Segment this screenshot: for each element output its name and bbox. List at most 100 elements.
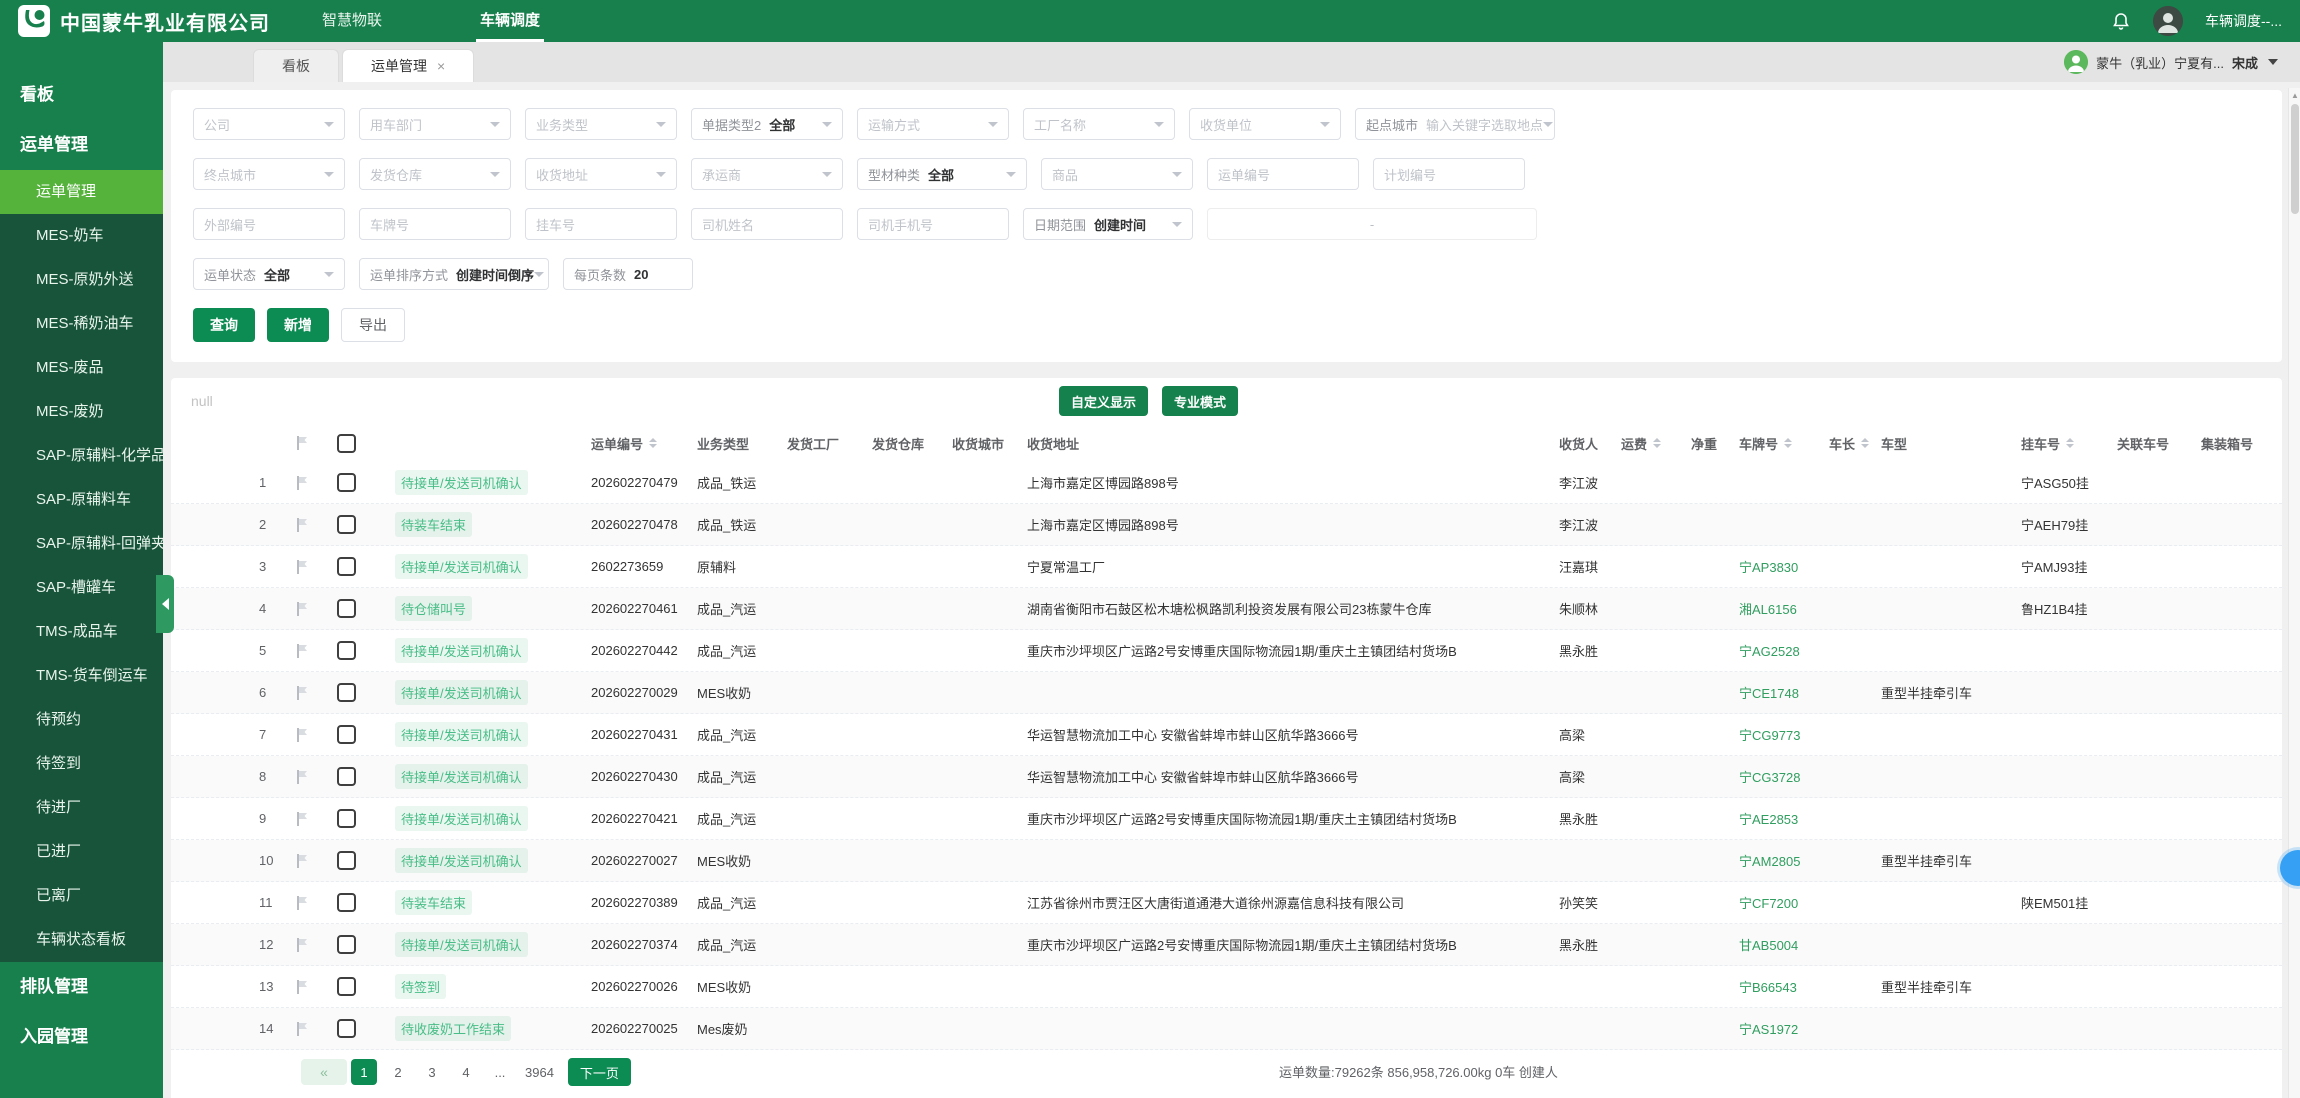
column-header[interactable]: 发货工厂 [787,434,872,453]
close-icon[interactable]: × [437,58,445,74]
column-header[interactable]: 运费 [1621,434,1691,453]
sidebar-item[interactable]: MES-废奶 [0,390,163,434]
row-checkbox[interactable] [337,809,356,828]
row-checkbox[interactable] [337,851,356,870]
flag-icon[interactable] [295,853,337,869]
flag-icon[interactable] [295,895,337,911]
plate-number-link[interactable]: 宁AE2853 [1739,809,1798,828]
plate-number-link[interactable]: 宁AG2528 [1739,641,1800,660]
sort-icon[interactable] [649,438,657,448]
filter-field[interactable]: 运单排序方式 创建时间倒序 [359,258,549,290]
column-header[interactable]: 收货地址 [1027,434,1559,453]
sidebar-item[interactable]: 待进厂 [0,786,163,830]
row-checkbox[interactable] [337,893,356,912]
sidebar-item[interactable]: 车辆状态看板 [0,918,163,962]
plate-number-link[interactable]: 宁B66543 [1739,977,1797,996]
filter-field[interactable]: 发货仓库 [359,158,511,190]
flag-icon[interactable] [295,1021,337,1037]
row-checkbox[interactable] [337,599,356,618]
bell-icon[interactable] [2111,11,2131,31]
flag-icon[interactable] [295,979,337,995]
column-header[interactable]: 净重 [1691,434,1739,453]
query-button[interactable]: 查询 [193,308,255,342]
sidebar-item[interactable]: 已离厂 [0,874,163,918]
plate-number-link[interactable]: 宁AM2805 [1739,851,1800,870]
sort-icon[interactable] [1653,438,1661,448]
column-header[interactable]: 车牌号 [1739,434,1829,453]
row-checkbox[interactable] [337,977,356,996]
sidebar-item[interactable]: SAP-原辅料车 [0,478,163,522]
table-row[interactable]: 2 待装车结束 202602270478 成品_铁运 上海市嘉定区博园路898号… [171,504,2282,546]
table-row[interactable]: 12 待接单/发送司机确认 202602270374 成品_汽运 重庆市沙坪坝区… [171,924,2282,966]
page-number[interactable]: 1 [351,1059,377,1085]
scroll-up-arrow[interactable]: ▲ [2289,88,2300,102]
content-tab[interactable]: 运单管理 × [342,49,474,82]
table-row[interactable]: 14 待收废奶工作结束 202602270025 Mes废奶 宁AS1972 [171,1008,2282,1050]
flag-icon[interactable] [295,937,337,953]
row-checkbox[interactable] [337,641,356,660]
page-number[interactable]: 2 [385,1059,411,1085]
row-checkbox[interactable] [337,767,356,786]
column-header[interactable]: 车长 [1829,434,1881,453]
add-button[interactable]: 新增 [267,308,329,342]
flag-icon[interactable] [295,435,337,451]
filter-field[interactable]: 车牌号 [359,208,511,240]
filter-field[interactable]: 用车部门 [359,108,511,140]
column-header[interactable]: 关联车号 [2117,434,2201,453]
column-header[interactable]: 收货城市 [952,434,1027,453]
sidebar-item[interactable]: MES-原奶外送 [0,258,163,302]
flag-icon[interactable] [295,769,337,785]
sidebar-item[interactable]: MES-稀奶油车 [0,302,163,346]
flag-icon[interactable] [295,643,337,659]
sort-icon[interactable] [1784,438,1792,448]
table-row[interactable]: 11 待装车结束 202602270389 成品_汽运 江苏省徐州市贾汪区大唐街… [171,882,2282,924]
filter-field[interactable]: 工厂名称 [1023,108,1175,140]
table-row[interactable]: 1 待接单/发送司机确认 202602270479 成品_铁运 上海市嘉定区博园… [171,462,2282,504]
sidebar-item[interactable]: SAP-原辅料-回弹夹 [0,522,163,566]
filter-field[interactable]: 收货地址 [525,158,677,190]
filter-field[interactable]: - [1207,208,1537,240]
plate-number-link[interactable]: 宁CE1748 [1739,683,1799,702]
sort-icon[interactable] [2066,438,2074,448]
filter-field[interactable]: 计划编号 [1373,158,1525,190]
table-row[interactable]: 13 待签到 202602270026 MES收奶 宁B66543 重型半挂牵引… [171,966,2282,1008]
column-header[interactable]: 发货仓库 [872,434,952,453]
filter-field[interactable]: 承运商 [691,158,843,190]
flag-icon[interactable] [295,559,337,575]
sidebar-item[interactable]: MES-奶车 [0,214,163,258]
row-checkbox[interactable] [337,683,356,702]
filter-field[interactable]: 司机手机号 [857,208,1009,240]
flag-icon[interactable] [295,475,337,491]
sidebar-collapse-handle[interactable] [156,575,174,633]
plate-number-link[interactable]: 湘AL6156 [1739,599,1797,618]
table-row[interactable]: 6 待接单/发送司机确认 202602270029 MES收奶 宁CE1748 … [171,672,2282,714]
sidebar-item[interactable]: 排队管理 [0,962,163,1012]
filter-field[interactable]: 外部编号 [193,208,345,240]
filter-field[interactable]: 起点城市 输入关键字选取地点 [1355,108,1555,140]
column-header[interactable]: 收货人 [1559,434,1621,453]
table-row[interactable]: 4 待仓储叫号 202602270461 成品_汽运 湖南省衡阳市石鼓区松木塘松… [171,588,2282,630]
plate-number-link[interactable]: 甘AB5004 [1739,935,1798,954]
flag-icon[interactable] [295,727,337,743]
table-row[interactable]: 10 待接单/发送司机确认 202602270027 MES收奶 宁AM2805… [171,840,2282,882]
table-row[interactable]: 8 待接单/发送司机确认 202602270430 成品_汽运 华运智慧物流加工… [171,756,2282,798]
next-page-button[interactable]: 下一页 [568,1058,631,1086]
plate-number-link[interactable]: 宁CG3728 [1739,767,1800,786]
table-row[interactable]: 9 待接单/发送司机确认 202602270421 成品_汽运 重庆市沙坪坝区广… [171,798,2282,840]
content-tab[interactable]: 看板 × [253,49,339,82]
plate-number-link[interactable]: 宁AS1972 [1739,1019,1798,1038]
sidebar-item[interactable]: TMS-货车倒运车 [0,654,163,698]
user-avatar[interactable] [2153,6,2183,36]
filter-field[interactable]: 日期范围 创建时间 [1023,208,1193,240]
select-all-checkbox[interactable] [337,434,356,453]
sidebar-item[interactable]: 待预约 [0,698,163,742]
filter-field[interactable]: 收货单位 [1189,108,1341,140]
sidebar-item[interactable]: 待签到 [0,742,163,786]
export-button[interactable]: 导出 [341,308,405,342]
prev-page-button[interactable]: « [301,1059,347,1085]
filter-field[interactable]: 型材种类 全部 [857,158,1027,190]
custom-display-button[interactable]: 自定义显示 [1059,386,1148,416]
sidebar-item[interactable]: 已进厂 [0,830,163,874]
filter-field[interactable]: 公司 [193,108,345,140]
page-number[interactable]: 3 [419,1059,445,1085]
